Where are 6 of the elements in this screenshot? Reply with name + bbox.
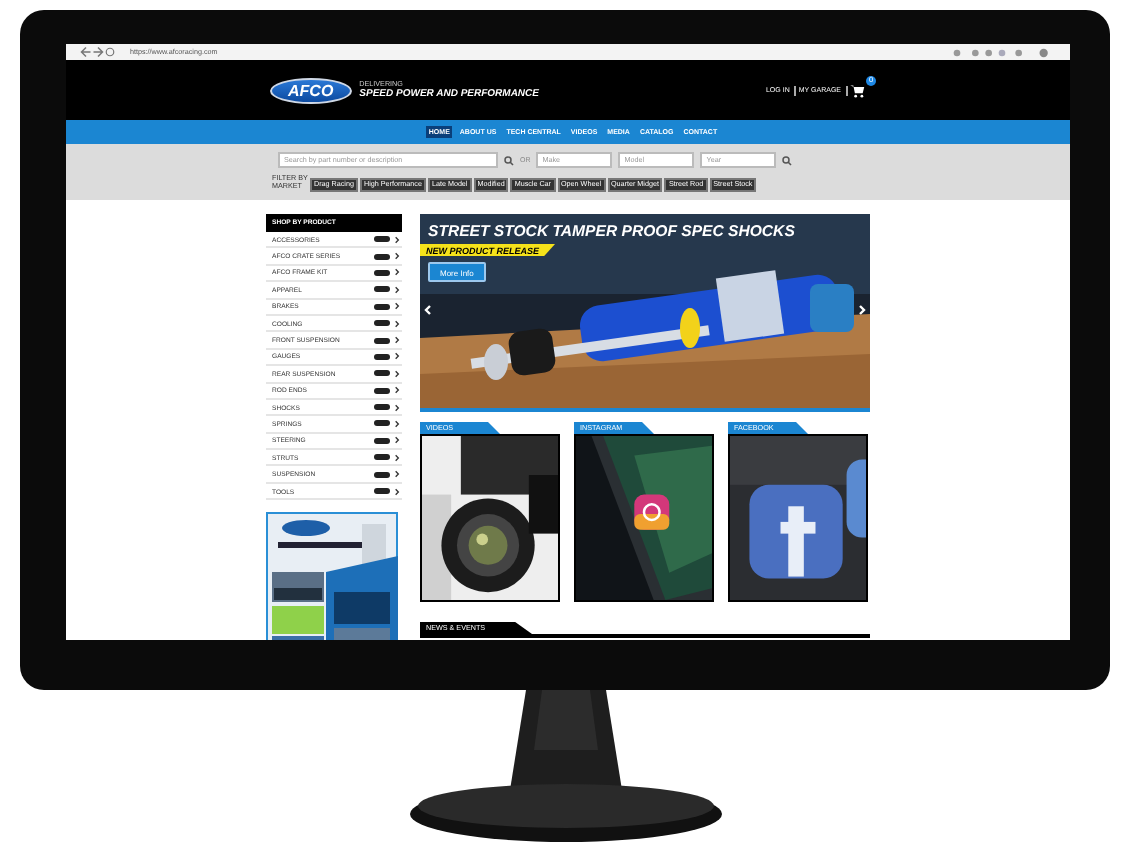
search-icon[interactable] [782,155,793,166]
previous-icon[interactable] [424,304,432,316]
search-icon[interactable] [504,155,514,166]
logo[interactable]: AFCO [270,77,352,103]
next-icon[interactable] [858,304,866,316]
cart-icon[interactable] [850,83,866,97]
